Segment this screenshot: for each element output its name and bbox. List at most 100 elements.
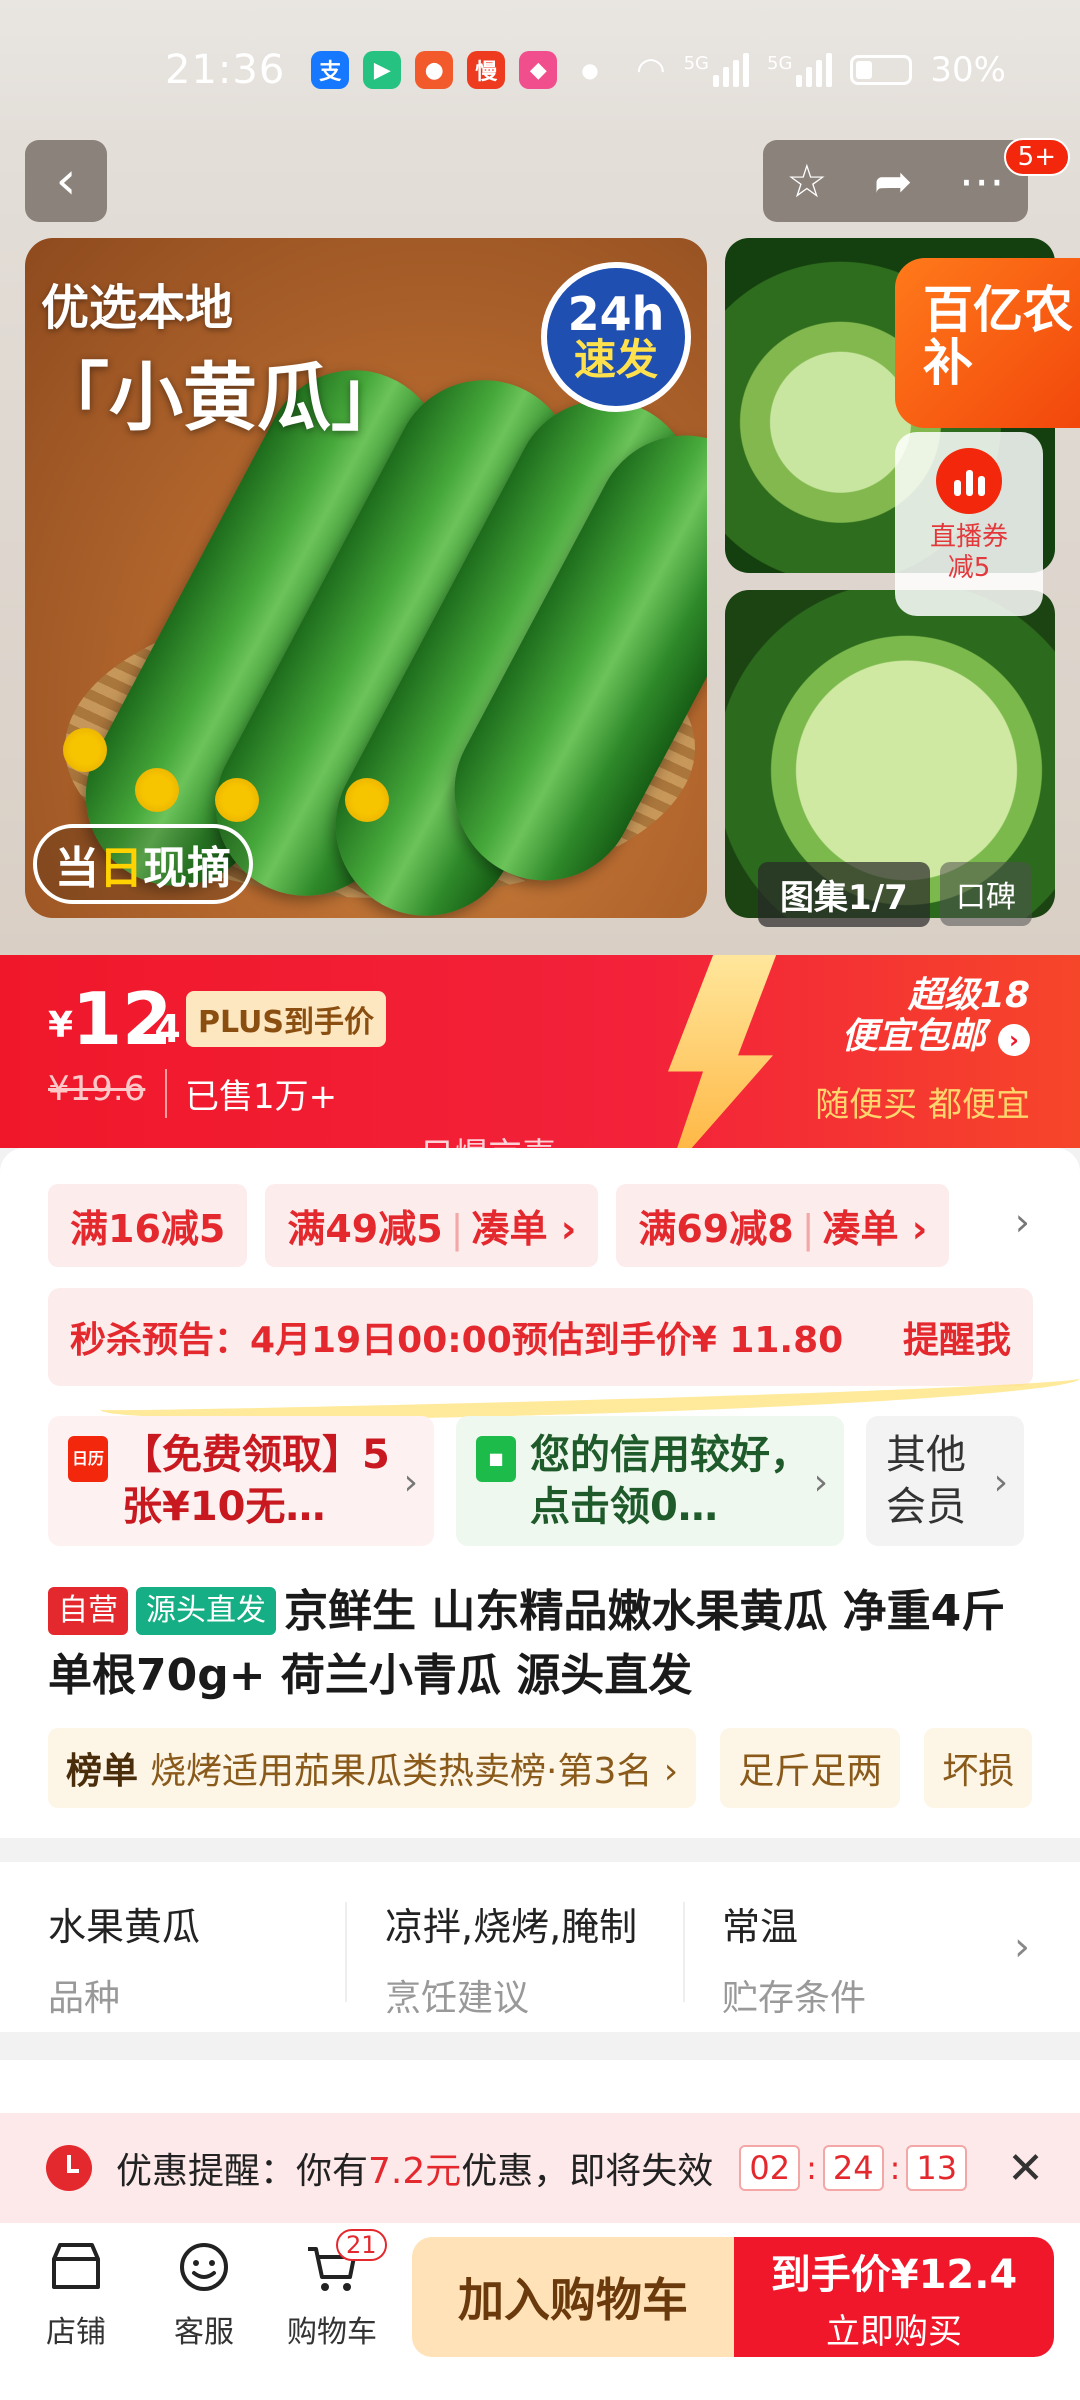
attribute-cooking: 凉拌,烧烤,腌制 烹饪建议	[385, 1905, 638, 2019]
game-app-icon: ●	[415, 51, 454, 89]
calendar-icon: 日历	[68, 1436, 108, 1482]
shopping-bag-icon: ■	[476, 1436, 516, 1482]
store-button[interactable]: 店铺	[12, 2237, 140, 2351]
free-coupon-benefit[interactable]: 日历 【免费领取】5张¥10无… ›	[48, 1416, 434, 1546]
favorite-star-icon[interactable]: ☆	[786, 154, 827, 208]
credit-benefit[interactable]: ■ 您的信用较好，点击领0… ›	[456, 1416, 844, 1546]
image-product-name: 「小黄瓜」	[35, 355, 405, 441]
chevron-right-icon: ›	[1014, 1924, 1030, 1970]
alipay-icon: 支	[311, 51, 350, 89]
message-badge: 5+	[1003, 138, 1070, 176]
super18-subtitle: 便宜包邮	[841, 1016, 986, 1058]
other-membership-benefit[interactable]: 其他会员 ›	[866, 1416, 1024, 1546]
benefit-text: 您的信用较好，点击领0…	[530, 1432, 810, 1530]
flower-graphic	[63, 728, 107, 772]
flower-graphic	[345, 778, 389, 822]
flower-graphic	[135, 768, 179, 812]
price-decimal: .4	[140, 1007, 181, 1051]
cart-button[interactable]: 21 购物车	[268, 2229, 396, 2351]
self-operated-tag: 自营	[48, 1587, 128, 1635]
original-price: ¥19.6	[48, 1069, 146, 1109]
battery-icon	[850, 55, 913, 85]
same-day-pick-label: 当日现摘	[33, 824, 253, 904]
more-menu-icon[interactable]: ⋯	[959, 154, 1005, 208]
divider	[683, 1902, 685, 2002]
promo-chip[interactable]: 满69减8 | 凑单 ›	[616, 1184, 950, 1267]
wifi-icon: ◠	[635, 50, 666, 90]
attribute-storage: 常温 贮存条件	[722, 1905, 867, 2019]
plus-price-tag[interactable]: PLUS到手价	[186, 991, 387, 1047]
timer-minutes: 24	[822, 2145, 884, 2191]
super18-slogan: 随便买 都便宜	[815, 1085, 1030, 1125]
fast-ship-hours: 24h	[567, 286, 665, 341]
product-info-card: 满16减5 满49减5 | 凑单 › 满69减8 | 凑单 › › 秒杀预告：4月19日…	[0, 1148, 1080, 1838]
shopping-app-icon: ◆	[519, 51, 558, 89]
feature-chip[interactable]: 坏损	[924, 1728, 1033, 1808]
add-to-cart-button[interactable]: 加入购物车	[412, 2237, 734, 2357]
timer-seconds: 13	[906, 2145, 968, 2191]
customer-service-button[interactable]: 客服	[140, 2237, 268, 2351]
selection-row-partial[interactable]	[0, 2060, 1080, 2120]
share-icon[interactable]: ➦	[874, 154, 913, 208]
live-coupon-button[interactable]: 直播券 减5	[895, 432, 1043, 616]
image-headline: 优选本地	[41, 280, 234, 336]
close-icon[interactable]: ✕	[1007, 2143, 1044, 2194]
feature-chips: 榜单 烧烤适用茄果瓜类热卖榜·第3名 › 足斤足两 坏损	[48, 1728, 1033, 1808]
fast-ship-label: 速发	[573, 334, 658, 384]
koubei-tab[interactable]: 口碑	[940, 862, 1032, 926]
top-action-group: ☆ ➦ ⋯	[763, 140, 1028, 222]
chevron-right-icon: ›	[813, 1462, 828, 1503]
divider	[345, 1902, 347, 2002]
benefit-row: 日历 【免费领取】5张¥10无… › ■ 您的信用较好，点击领0… › 其他会员…	[48, 1416, 1024, 1546]
reminder-prefix: 优惠提醒：你有	[116, 2151, 369, 2192]
main-product-image[interactable]: 优选本地 「小黄瓜」 24h 速发 当日现摘	[25, 238, 707, 918]
ranking-chip[interactable]: 榜单 烧烤适用茄果瓜类热卖榜·第3名 ›	[48, 1728, 697, 1808]
status-time: 21:36	[165, 47, 286, 93]
reminder-amount: 7.2元	[368, 2151, 462, 2192]
chevron-right-circle-icon: ›	[998, 1024, 1030, 1057]
attributes-panel[interactable]: 水果黄瓜 品种 凉拌,烧烤,腌制 烹饪建议 常温 贮存条件 ›	[0, 1862, 1080, 2032]
product-title: 自营 源头直发 京鲜生 山东精品嫩水果黄瓜 净重4斤 单根70g+ 荷兰小青瓜 源头…	[48, 1580, 1038, 1708]
sold-count: 已售1万+	[165, 1069, 337, 1118]
flower-graphic	[215, 778, 259, 822]
promo-more-chevron-icon[interactable]: ›	[1015, 1200, 1030, 1244]
lightning-icon	[668, 955, 780, 1148]
store-icon	[52, 2243, 100, 2289]
more-notifications-icon: ●	[581, 58, 599, 82]
countdown-timer: 02: 24: 13	[739, 2145, 968, 2191]
remind-me-button[interactable]: 提醒我	[903, 1311, 1011, 1363]
flash-sale-text: 秒杀预告：4月19日00:00预估到手价¥ 11.80	[70, 1320, 844, 1361]
promo-chip[interactable]: 满16减5	[48, 1184, 248, 1267]
reminder-suffix: 优惠，即将失效	[461, 2151, 714, 2192]
subsidy-badge[interactable]: 百亿农补	[895, 258, 1080, 428]
super18-promo[interactable]: 超级18 便宜包邮 ›	[841, 975, 1030, 1058]
price-currency: ¥	[48, 1005, 74, 1046]
live-coupon-label: 直播券 减5	[929, 522, 1008, 584]
signal-icon-1: 5G	[684, 53, 750, 87]
status-bar: 21:36 支 ▶ ● 慢 ◆ ● ◠ 5G 5G 30%	[0, 0, 1080, 140]
promo-row: 满16减5 满49减5 | 凑单 › 满69减8 | 凑单 ›	[48, 1184, 950, 1267]
bottom-action-bar: 店铺 客服 21 购物车 加入购物车 到手价¥12.4 立即购买	[0, 2223, 1080, 2400]
cart-count-badge: 21	[336, 2229, 387, 2261]
chevron-right-icon: ›	[403, 1462, 418, 1503]
timer-hours: 02	[739, 2145, 801, 2191]
discount-reminder-bar[interactable]: 优惠提醒：你有 7.2元 优惠，即将失效 02: 24: 13 ✕	[0, 2113, 1080, 2223]
battery-percent: 30%	[930, 50, 1006, 90]
feature-chip[interactable]: 足斤足两	[720, 1728, 901, 1808]
gallery-counter[interactable]: 图集1/7	[758, 862, 930, 927]
super18-title: 超级18	[907, 975, 1030, 1016]
product-gallery: ‹ ☆ ➦ ⋯ 5+ 优选本地 「小黄瓜」 24h 速发 当日现摘 图集1/7 …	[0, 138, 1080, 955]
buy-now-button[interactable]: 到手价¥12.4 立即购买	[734, 2237, 1054, 2357]
promo-chip[interactable]: 满49减5 | 凑单 ›	[265, 1184, 599, 1267]
service-smile-icon	[180, 2243, 228, 2291]
price-banner: ¥ 12 .4 PLUS到手价 ¥19.6 已售1万+ 超级18 便宜包邮 › …	[0, 955, 1080, 1148]
fast-ship-badge: 24h 速发	[541, 262, 691, 412]
direct-source-tag: 源头直发	[136, 1587, 276, 1635]
buy-now-label: 立即购买	[826, 2311, 962, 2352]
clock-icon	[46, 2145, 92, 2191]
benefit-text: 其他会员	[886, 1432, 966, 1530]
benefit-text: 【免费领取】5张¥10无…	[122, 1432, 390, 1530]
video-app-icon: ▶	[363, 51, 402, 89]
back-button[interactable]: ‹	[25, 140, 107, 222]
chevron-right-icon: ›	[993, 1462, 1008, 1503]
